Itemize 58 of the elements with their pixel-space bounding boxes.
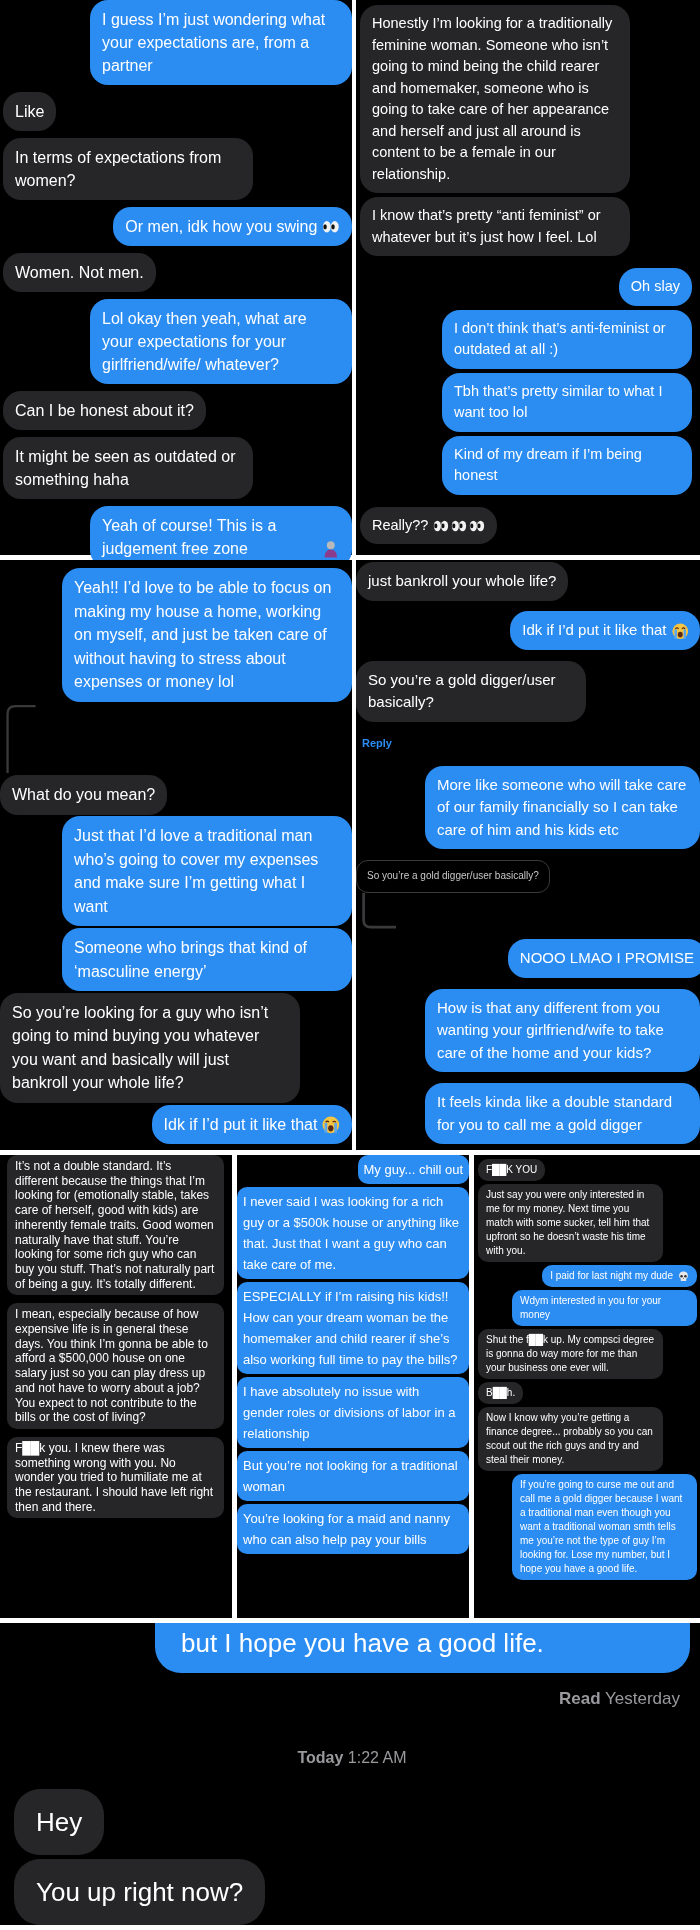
message-text: I paid for last night my dude: [550, 1269, 673, 1283]
message-text: So you’re looking for a guy who isn’t going to mind buying you whatever you want and basically will just bankroll your whole life?: [12, 1003, 269, 1092]
message-text: Honestly I’m looking for a traditionally feminine woman. Someone who isn’t going to mind being the child rearer and homemaker, someone who is going to take care of her appearance and herself and just all around is content to be a female in our relationship.: [372, 15, 613, 182]
message-text: Women. Not men.: [15, 264, 144, 281]
read-receipt: Read Yesterday: [559, 1689, 680, 1709]
message-text: More like someone who will take care of our family financially so I can take care of him and his kids etc: [437, 775, 687, 838]
message-text: Like: [15, 103, 45, 120]
message-text: ESPECIALLY if I’m raising his kids!! How can your dream woman be the homemaker and child rearer if she’s also working full time to pay the bills?: [243, 1289, 458, 1367]
message-text: It might be seen as outdated or something haha: [15, 448, 236, 488]
crying-face-icon: [671, 623, 688, 640]
message-text: Yeah of course! This is a judgement free zone: [102, 516, 278, 559]
message-text: but I hope you have a good life.: [181, 1628, 544, 1658]
message-text: Tbh that’s pretty similar to what I want too lol: [454, 382, 663, 420]
message-text: F██k you. I knew there was something wrong with you. No wonder you tried to humiliate me at the restaurant. I should have left right then and there.: [15, 1440, 214, 1514]
message-text: I guess I’m just wondering what your expectations are, from a partner: [102, 11, 326, 74]
crying-face-icon: [322, 1116, 340, 1134]
message-text: Wdym interested in you for your money: [520, 1295, 662, 1320]
message-text: B██h.: [486, 1387, 516, 1398]
reply-connector: [360, 892, 396, 929]
message-text: Hey: [36, 1807, 83, 1837]
message-text: But you’re not looking for a traditional woman: [243, 1458, 458, 1494]
message-text: Lol okay then yeah, what are your expectations for your girlfriend/wife/ whatever?: [102, 310, 307, 373]
message-text: You’re looking for a maid and nanny who can also help pay your bills: [243, 1511, 450, 1547]
message-text: Can I be honest about it?: [15, 402, 194, 419]
message-text: Oh slay: [630, 278, 680, 294]
message-text: Yeah!! I’d love to be able to focus on making my house a home, working on myself, and just be taken care of without having to stress about expenses or money lol: [74, 579, 332, 690]
message-text: Idk if I’d put it like that: [522, 620, 667, 641]
message-text: You up right now?: [36, 1877, 244, 1907]
message-text: I never said I was looking for a rich guy or a $500k house or anything like that. Just that I want a guy who can take care of me.: [243, 1194, 460, 1272]
person-icon: [322, 540, 340, 558]
message-text: What do you mean?: [12, 786, 156, 803]
message-text: Kind of my dream if I’m being honest: [454, 445, 642, 483]
skull-icon: [678, 1270, 689, 1282]
message-text: Really??: [372, 515, 429, 535]
message-text: Just that I’d love a traditional man who’s going to cover my expenses and make sure I’m getting what I want: [74, 827, 319, 915]
message-text: Someone who brings that kind of ‘masculine energy’: [74, 939, 308, 980]
message-text: just bankroll your whole life?: [368, 572, 557, 589]
timestamp: Today 1:22 AM: [297, 1749, 407, 1767]
reply-link[interactable]: Reply: [362, 732, 392, 755]
message-text: Just say you were only interested in me for my money. Next time you match with some sucker, tell him that upfront so he doesn’t waste his time with you.: [486, 1189, 650, 1256]
quoted-message: So you’re a gold digger/user basically?: [356, 860, 550, 893]
message-text: Or men, idk how you swing: [125, 217, 318, 237]
message-text: Idk if I’d put it like that: [163, 1114, 318, 1135]
message-text: Shut the f██k up. My compsci degree is gonna do way more for me than your business one ever will.: [486, 1334, 655, 1373]
message-text: My guy... chill out: [363, 1162, 463, 1177]
message-text: How is that any different from you wanting your girlfriend/wife to take care of the home and your kids?: [437, 998, 664, 1061]
message-text: I have absolutely no issue with gender roles or divisions of labor in a relationship: [243, 1384, 456, 1441]
message-text: F██K YOU: [486, 1164, 538, 1175]
message-text: I mean, especially because of how expensive life is in general these days. You think I’m gonna be able to afford a $500,000 house on one salary just so you can play dress up and not have to worry about a job? You expect to not contribute to the bills or the cost of living?: [15, 1307, 208, 1425]
message-text: NOOO LMAO I PROMISE: [519, 949, 694, 967]
message-text: So you’re a gold digger/user basically?: [368, 670, 556, 711]
message-text: Now I know why you’re getting a finance degree... probably so you can scout out the rich guys and try and steal their money.: [486, 1412, 653, 1465]
message-text: It feels kinda like a double standard for you to call me a gold digger: [437, 1093, 673, 1133]
message-text: If you’re going to curse me out and call me a gold digger because I want a traditional man even though you want a traditional woman smth tells me you’re not the type of guy I’m looking for. Lose my number, but I hope you have a good life.: [520, 1479, 683, 1574]
message-text: I know that’s pretty “anti feminist” or whatever but it’s just how I feel. Lol: [372, 207, 601, 245]
message-text: I don’t think that’s anti-feminist or outdated at all :): [454, 319, 666, 357]
message-text: In terms of expectations from women?: [15, 149, 222, 189]
message-text: It’s not a double standard. It’s different because the things that I’m looking for (emotionally stable, takes care of herself, good with kids) are inherently female traits. Good women naturally have that stuff. You’re looking for some rich guy who can buy you stuff. That’s not naturally part of being a guy. It’s totally different.: [15, 1159, 215, 1291]
